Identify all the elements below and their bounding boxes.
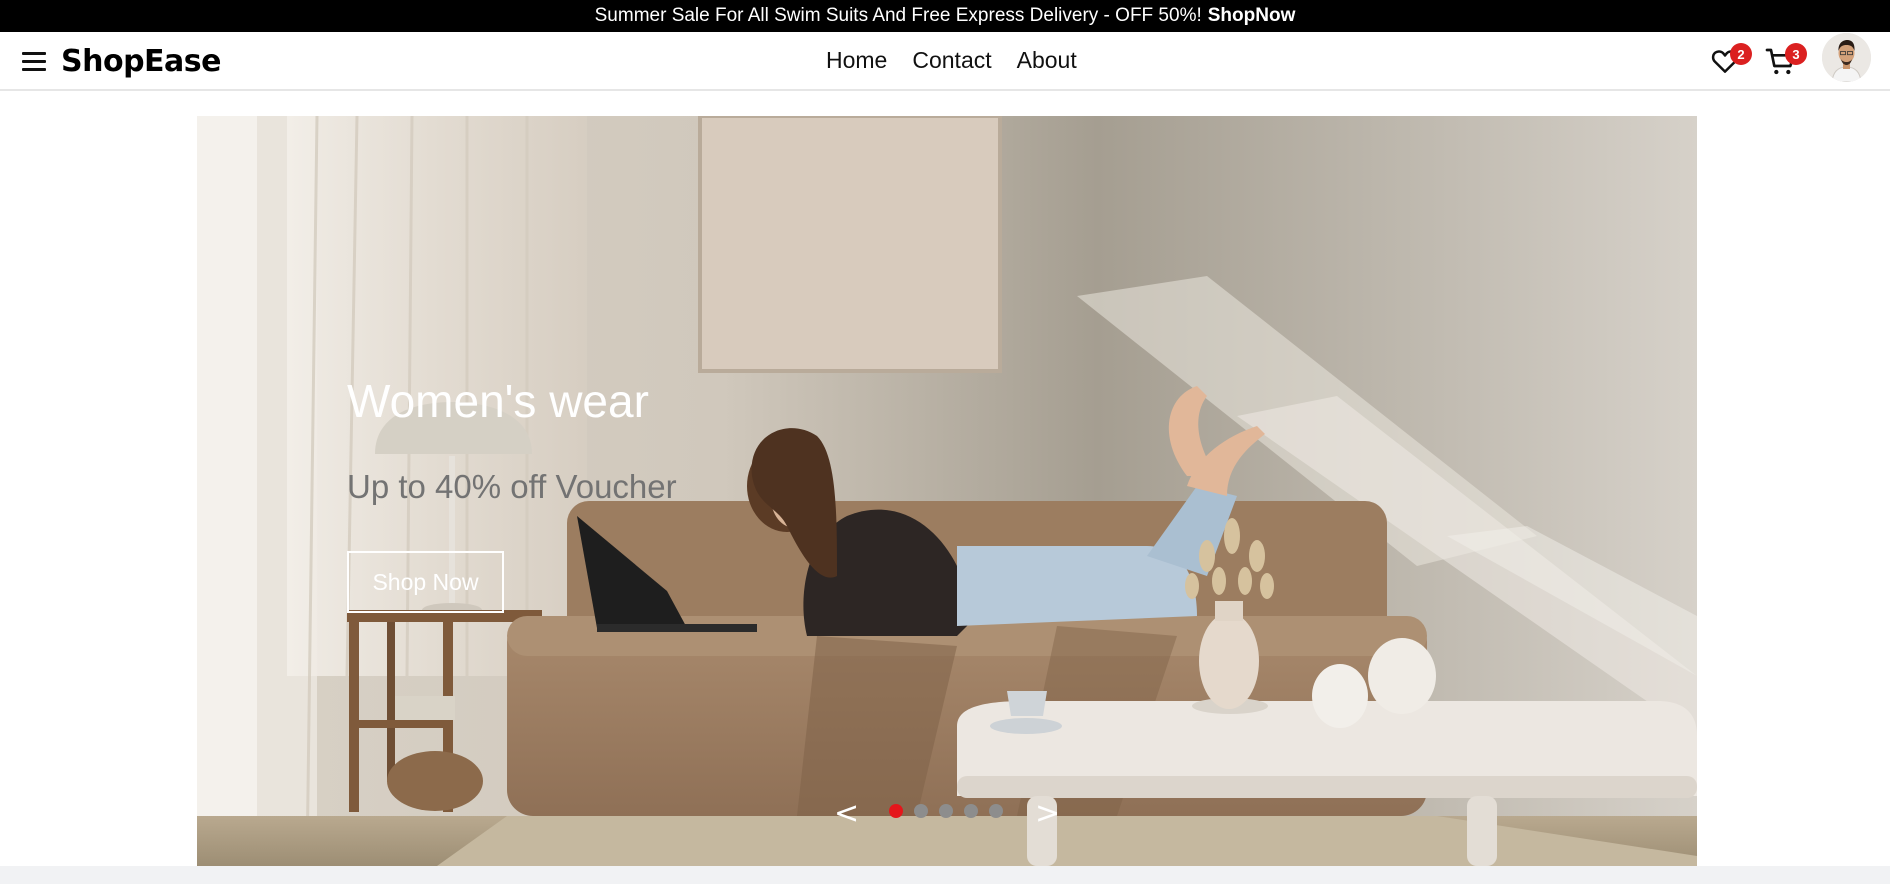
carousel-dot-2[interactable] — [914, 804, 928, 818]
carousel-dot-4[interactable] — [964, 804, 978, 818]
carousel-dot-5[interactable] — [989, 804, 1003, 818]
user-avatar[interactable] — [1822, 33, 1871, 82]
cart-button[interactable]: 3 — [1765, 43, 1807, 78]
navbar: ShopEase Home Contact About 2 3 — [0, 32, 1890, 91]
announcement-bar: Summer Sale For All Swim Suits And Free … — [0, 0, 1890, 32]
carousel-dot-1[interactable] — [889, 804, 903, 818]
wishlist-button[interactable]: 2 — [1710, 43, 1752, 78]
carousel-dot-3[interactable] — [939, 804, 953, 818]
brand-logo[interactable]: ShopEase — [61, 44, 222, 79]
announcement-shop-now-link[interactable]: ShopNow — [1208, 5, 1296, 27]
main-nav: Home Contact About — [826, 47, 1077, 74]
hero-title: Women's wear — [347, 375, 649, 427]
carousel-prev-button[interactable]: < — [834, 796, 859, 831]
nav-link-about[interactable]: About — [1017, 47, 1077, 74]
announcement-text: Summer Sale For All Swim Suits And Free … — [594, 5, 1202, 26]
carousel-indicators — [889, 804, 1003, 818]
hero-carousel: Women's wear Up to 40% off Voucher Shop … — [197, 116, 1697, 866]
page-bottom-strip — [0, 866, 1890, 884]
carousel-next-button[interactable]: > — [1035, 796, 1060, 831]
nav-link-contact[interactable]: Contact — [912, 47, 991, 74]
hamburger-icon[interactable] — [22, 44, 48, 78]
shop-now-button[interactable]: Shop Now — [347, 551, 504, 613]
wishlist-count-badge: 2 — [1730, 43, 1752, 65]
avatar-image — [1822, 33, 1871, 82]
hero-subtitle: Up to 40% off Voucher — [347, 468, 677, 505]
cart-count-badge: 3 — [1785, 43, 1807, 65]
nav-link-home[interactable]: Home — [826, 47, 887, 74]
